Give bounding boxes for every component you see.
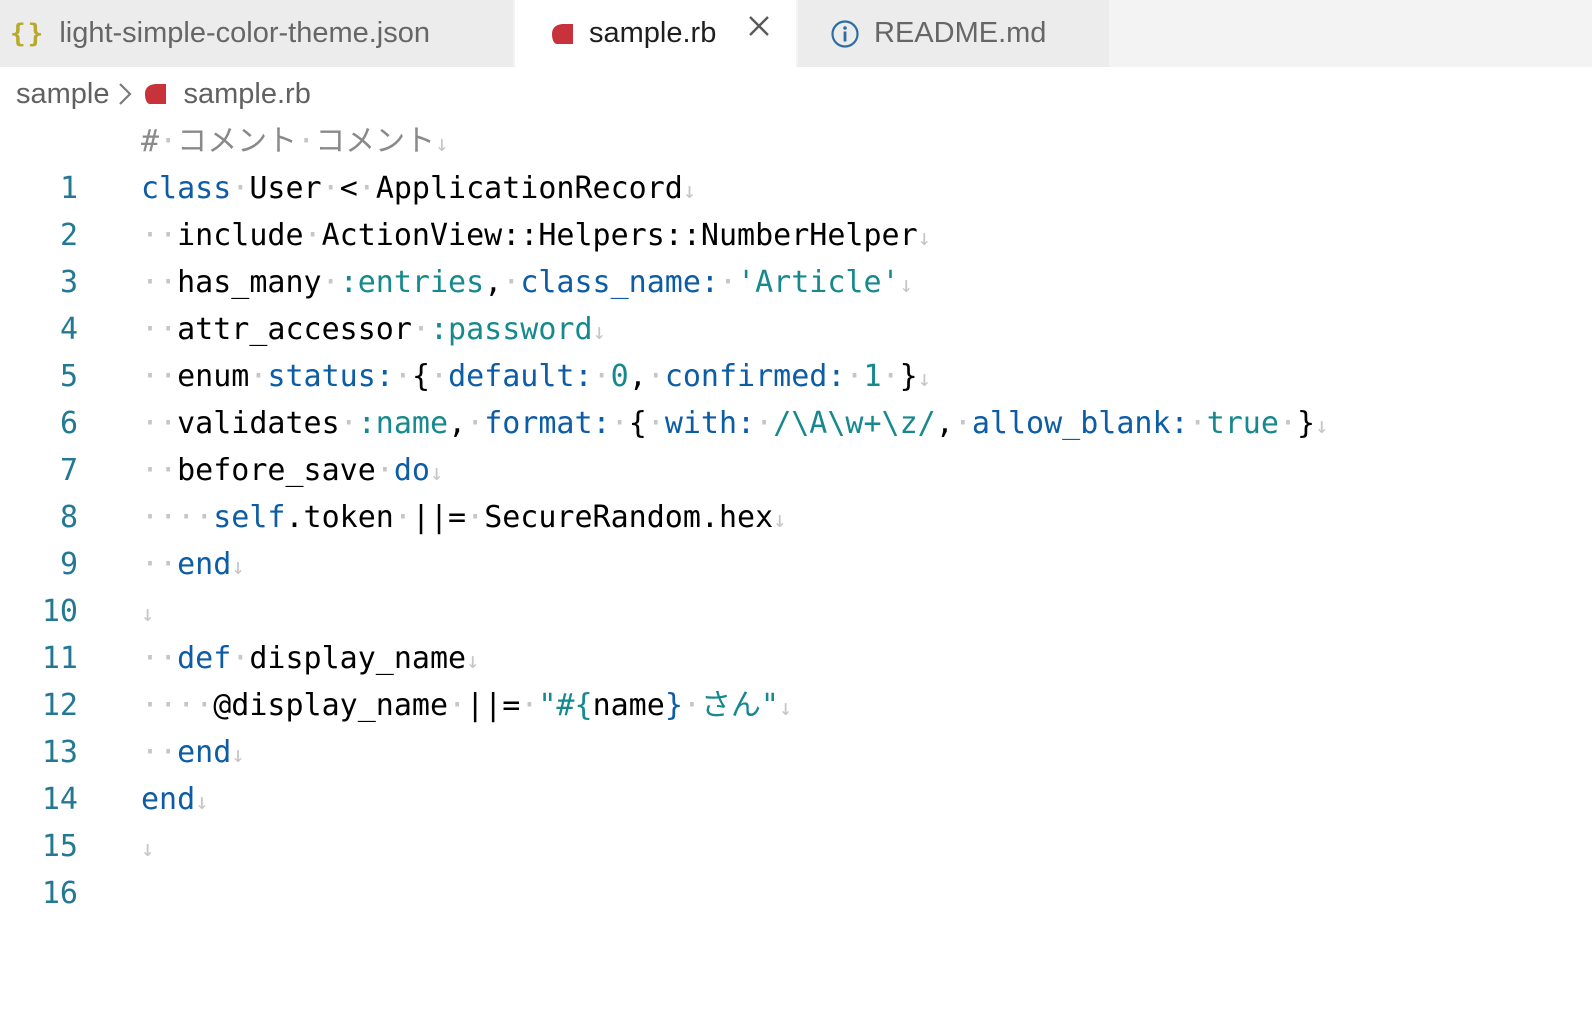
token: status:	[267, 359, 394, 394]
code-line: 8 ··before_save·do↓	[0, 447, 1592, 535]
token: allow_blank:	[971, 406, 1189, 441]
token: ,	[628, 359, 647, 394]
token: :name	[357, 406, 449, 441]
token: コメント	[177, 124, 298, 159]
token: ,	[484, 265, 503, 300]
token: ,	[935, 406, 954, 441]
token: /\A\w+\z/	[773, 406, 936, 441]
code-line: 16 ↓	[0, 823, 1592, 911]
code-line: 13 ····@display_name·||=·"#{name}·さん"↓	[0, 682, 1592, 770]
token: 'Article'	[737, 265, 900, 300]
code-line: 5 ··attr_accessor·:password↓	[0, 306, 1592, 394]
token: end	[177, 547, 232, 582]
tab-sample-rb[interactable]: sample.rb	[515, 0, 796, 67]
tab-label: light-simple-color-theme.json	[59, 17, 430, 49]
code-line: 6 ··enum·status:·{·default:·0,·confirmed…	[0, 353, 1592, 441]
code-editor[interactable]: 1 #·コメント·コメント↓ 2 class·User·<·Applicatio…	[0, 118, 1592, 911]
token: }	[664, 688, 683, 723]
code-line: 3 ··include·ActionView::Helpers::NumberH…	[0, 212, 1592, 300]
token: attr_accessor	[177, 312, 412, 347]
token: ||=	[411, 500, 467, 535]
breadcrumb: sample sample.rb	[16, 72, 311, 116]
token: self	[213, 500, 286, 535]
token: <	[339, 171, 358, 206]
token: ActionView::Helpers::NumberHelper	[321, 218, 918, 253]
line-number: 16	[41, 876, 78, 911]
token: with:	[664, 406, 756, 441]
token: before_save	[177, 453, 376, 488]
token: def	[177, 641, 232, 676]
close-icon[interactable]	[747, 13, 771, 37]
token: name	[592, 688, 665, 723]
code-line: 4 ··has_many·:entries,·class_name:·'Arti…	[0, 259, 1592, 347]
eol-marker: ↓	[435, 132, 449, 157]
token: class_name:	[520, 265, 719, 300]
token: .token	[285, 500, 394, 535]
token: format:	[484, 406, 611, 441]
token: コメント	[315, 124, 436, 159]
code-line: 7 ··validates·:name,·format:·{·with:·/\A…	[0, 400, 1592, 488]
token: さん"	[700, 688, 779, 723]
code-line: 12 ··def·display_name↓	[0, 635, 1592, 723]
token: {	[411, 359, 430, 394]
code-line: 15 end↓	[0, 776, 1592, 864]
ruby-file-icon	[142, 81, 168, 107]
breadcrumb-file[interactable]: sample.rb	[184, 78, 311, 111]
token: {	[628, 406, 647, 441]
tab-bar: {} light-simple-color-theme.json sample.…	[0, 0, 1592, 67]
code-line: 1 #·コメント·コメント↓	[0, 118, 1592, 206]
code-line: 9 ····self.token·||=·SecureRandom.hex↓	[0, 494, 1592, 582]
token: :password	[430, 312, 593, 347]
token: class	[141, 171, 232, 206]
code-line: 2 class·User·<·ApplicationRecord↓	[0, 165, 1592, 253]
token: 1	[863, 359, 882, 394]
token: SecureRandom.hex	[484, 500, 774, 535]
token: :entries	[339, 265, 485, 300]
json-braces-icon: {}	[10, 18, 46, 49]
token: }	[1297, 406, 1316, 441]
token: #	[141, 124, 160, 159]
token: default:	[448, 359, 593, 394]
chevron-right-icon	[118, 82, 132, 106]
code-line: 10 ··end↓	[0, 541, 1592, 629]
token: end	[141, 782, 196, 817]
token: confirmed:	[664, 359, 846, 394]
token: true	[1206, 406, 1279, 441]
token: end	[177, 735, 232, 770]
token: ,	[448, 406, 467, 441]
token: ||=	[466, 688, 521, 723]
tab-light-simple-color-theme-json[interactable]: {} light-simple-color-theme.json	[0, 0, 513, 67]
breadcrumb-folder[interactable]: sample	[16, 78, 110, 111]
token: "#{	[538, 688, 593, 723]
token: User	[249, 171, 322, 206]
code-line: 14 ··end↓	[0, 729, 1592, 817]
ruby-file-icon	[549, 21, 575, 47]
token: }	[899, 359, 918, 394]
info-icon	[830, 19, 860, 49]
token: include	[177, 218, 304, 253]
token: has_many	[177, 265, 322, 300]
token: enum	[177, 359, 250, 394]
token: display_name	[249, 641, 467, 676]
token: do	[393, 453, 430, 488]
token: 0	[610, 359, 629, 394]
token: @display_name	[213, 688, 449, 723]
code-line: 11 ↓	[0, 588, 1592, 676]
tab-label: README.md	[874, 17, 1047, 49]
tab-readme-md[interactable]: README.md	[798, 0, 1109, 67]
token: ApplicationRecord	[375, 171, 683, 206]
token: validates	[177, 406, 340, 441]
tab-label: sample.rb	[589, 17, 717, 49]
